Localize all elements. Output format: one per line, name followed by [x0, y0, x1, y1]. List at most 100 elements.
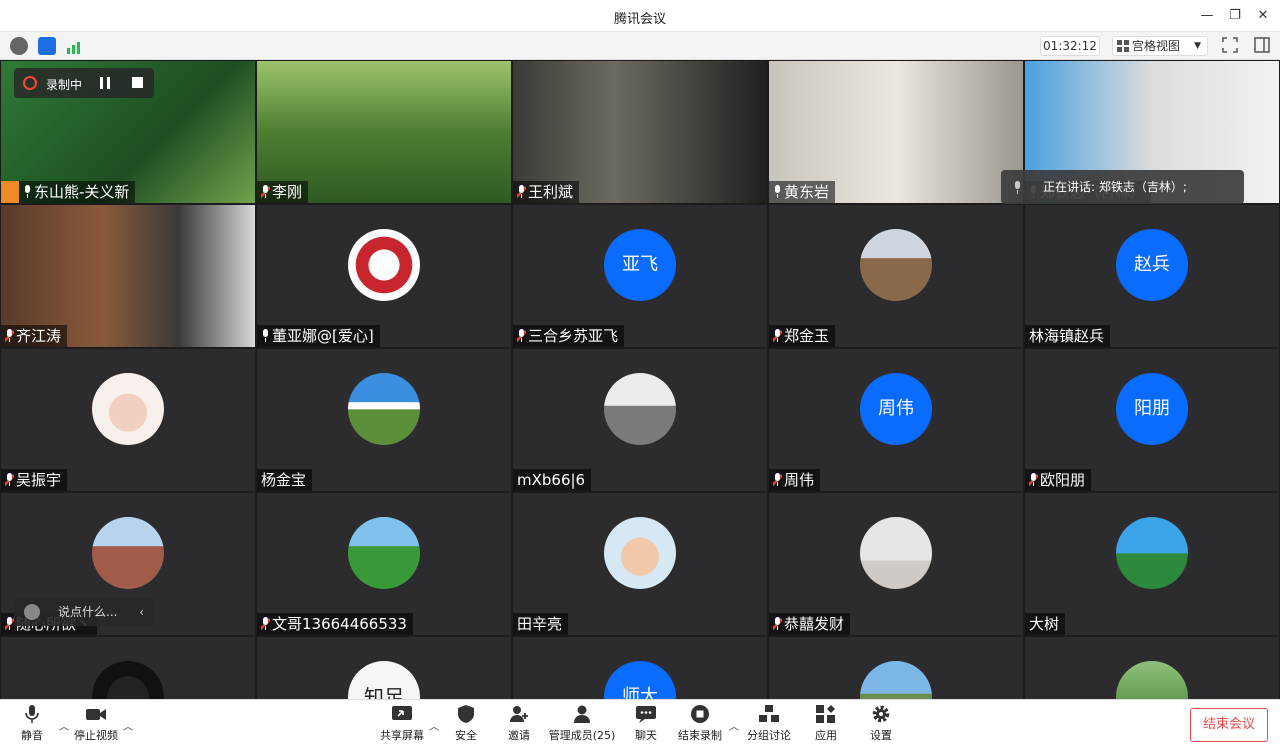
participant-tile[interactable]: 亚飞三合乡苏亚飞	[513, 205, 767, 347]
security-button[interactable]: 安全	[450, 704, 482, 743]
participant-tile[interactable]: 文哥13664466533	[257, 493, 511, 635]
mic-icon	[1013, 181, 1022, 194]
invite-label: 邀请	[508, 729, 530, 742]
chat-input[interactable]: 说点什么... ‹	[14, 598, 154, 626]
participant-name-text: 李刚	[272, 183, 303, 201]
chevron-down-icon: ▼	[1194, 41, 1201, 51]
breakout-button[interactable]: 分组讨论	[745, 704, 793, 743]
participant-avatar	[348, 373, 420, 445]
stop-recording-icon[interactable]	[132, 77, 143, 88]
chat-button[interactable]: 聊天	[630, 704, 662, 743]
participant-tile[interactable]: 李刚	[257, 61, 511, 203]
pause-recording-icon[interactable]	[100, 77, 110, 89]
title-bar: 腾讯会议 — ❐ ✕	[0, 0, 1280, 32]
mic-muted-icon	[5, 617, 14, 630]
chat-bubble-icon	[636, 706, 656, 723]
chevron-up-icon[interactable]: ︿	[123, 718, 133, 733]
participant-name-text: 林海镇赵兵	[1029, 327, 1105, 345]
grid-icon	[1117, 40, 1129, 52]
participant-tile[interactable]: mXb66|6	[513, 349, 767, 491]
participant-tile[interactable]: 吴振宇	[1, 349, 255, 491]
mic-muted-icon	[1029, 473, 1038, 486]
record-icon	[23, 76, 37, 90]
mute-button[interactable]: 静音	[16, 704, 48, 743]
participant-tile[interactable]: 齐江涛	[1, 205, 255, 347]
participant-name-text: 王利斌	[528, 183, 574, 201]
breakout-label: 分组讨论	[747, 729, 791, 742]
fullscreen-icon[interactable]	[1222, 37, 1240, 55]
mic-muted-icon	[261, 185, 270, 198]
view-selector[interactable]: 宫格视图 ▼	[1112, 36, 1208, 56]
microphone-icon	[25, 705, 39, 723]
minimize-icon[interactable]: —	[1196, 6, 1218, 26]
share-screen-label: 共享屏幕	[380, 729, 424, 742]
add-user-icon	[510, 706, 528, 722]
participant-avatar: 赵兵	[1116, 229, 1188, 301]
participant-name-text: 文哥13664466533	[272, 615, 407, 633]
participant-name-text: 郑金玉	[784, 327, 830, 345]
apps-button[interactable]: 应用	[810, 704, 842, 743]
participant-name-text: 齐江涛	[16, 327, 62, 345]
view-label: 宫格视图	[1132, 39, 1181, 53]
speaking-text: 正在讲话: 郑铁志（吉林）;	[1043, 180, 1187, 194]
participant-name: 东山熊-关义新	[1, 181, 136, 203]
chevron-up-icon[interactable]: ︿	[729, 718, 739, 733]
participant-name: 李刚	[257, 181, 309, 203]
participant-tile[interactable]: 郑金玉	[769, 205, 1023, 347]
participant-name: 大树	[1025, 613, 1066, 635]
participant-tile[interactable]: 王利斌	[513, 61, 767, 203]
emoji-icon[interactable]	[24, 604, 40, 620]
end-meeting-button[interactable]: 结束会议	[1190, 708, 1268, 742]
settings-label: 设置	[870, 729, 892, 742]
stop-video-button[interactable]: 停止视频	[72, 704, 120, 743]
signal-icon[interactable]	[66, 37, 84, 55]
recording-indicator: 录制中	[14, 68, 154, 98]
host-icon	[1, 181, 19, 203]
participant-name-text: 大树	[1029, 615, 1060, 633]
invite-button[interactable]: 邀请	[503, 704, 535, 743]
participant-tile[interactable]: 田辛亮	[513, 493, 767, 635]
participant-name: 林海镇赵兵	[1025, 325, 1111, 347]
chevron-up-icon[interactable]: ︿	[59, 718, 69, 733]
participant-name-text: 欧阳朋	[1040, 471, 1086, 489]
participant-name-text: 三合乡苏亚飞	[528, 327, 619, 345]
participant-name-text: 杨金宝	[261, 471, 307, 489]
end-recording-button[interactable]: 结束录制	[676, 704, 724, 743]
participant-tile[interactable]: 周伟 周伟	[769, 349, 1023, 491]
participant-tile[interactable]: 董亚娜@[爱心]	[257, 205, 511, 347]
shield-icon[interactable]	[38, 37, 56, 55]
chevron-left-icon[interactable]: ‹	[139, 598, 144, 626]
manage-members-button[interactable]: 管理成员(25)	[548, 704, 616, 743]
participant-avatar	[92, 517, 164, 589]
close-icon[interactable]: ✕	[1252, 6, 1274, 26]
participant-name: 董亚娜@[爱心]	[257, 325, 380, 347]
participant-name: 三合乡苏亚飞	[513, 325, 625, 347]
settings-button[interactable]: 设置	[865, 704, 897, 743]
speaking-indicator: 正在讲话: 郑铁志（吉林）;	[1001, 170, 1244, 204]
participant-name: 王利斌	[513, 181, 580, 203]
chevron-up-icon[interactable]: ︿	[429, 718, 439, 733]
meeting-timer: 01:32:12	[1040, 36, 1100, 56]
share-screen-icon	[392, 706, 412, 720]
participant-tile[interactable]: 阳朋欧阳朋	[1025, 349, 1279, 491]
maximize-icon[interactable]: ❐	[1224, 6, 1246, 26]
participant-tile[interactable]: 黄东岩	[769, 61, 1023, 203]
mic-muted-icon	[773, 617, 782, 630]
chat-placeholder: 说点什么...	[58, 605, 118, 619]
participant-avatar: 亚飞	[604, 229, 676, 301]
mic-muted-icon	[5, 473, 14, 486]
video-camera-icon	[86, 709, 106, 720]
participant-tile[interactable]: 恭囍发财	[769, 493, 1023, 635]
info-icon[interactable]	[10, 37, 28, 55]
mic-icon	[23, 185, 32, 198]
participant-tile[interactable]: 赵兵林海镇赵兵	[1025, 205, 1279, 347]
share-screen-button[interactable]: 共享屏幕	[378, 704, 426, 743]
sidebar-toggle-icon[interactable]	[1254, 37, 1272, 55]
participant-name: 欧阳朋	[1025, 469, 1092, 491]
participant-avatar: 阳朋	[1116, 373, 1188, 445]
participant-name: 郑金玉	[769, 325, 836, 347]
participant-tile[interactable]: 杨金宝	[257, 349, 511, 491]
participant-name-text: 董亚娜@[爱心]	[272, 327, 374, 345]
participant-avatar: 周伟	[860, 373, 932, 445]
participant-tile[interactable]: 大树	[1025, 493, 1279, 635]
